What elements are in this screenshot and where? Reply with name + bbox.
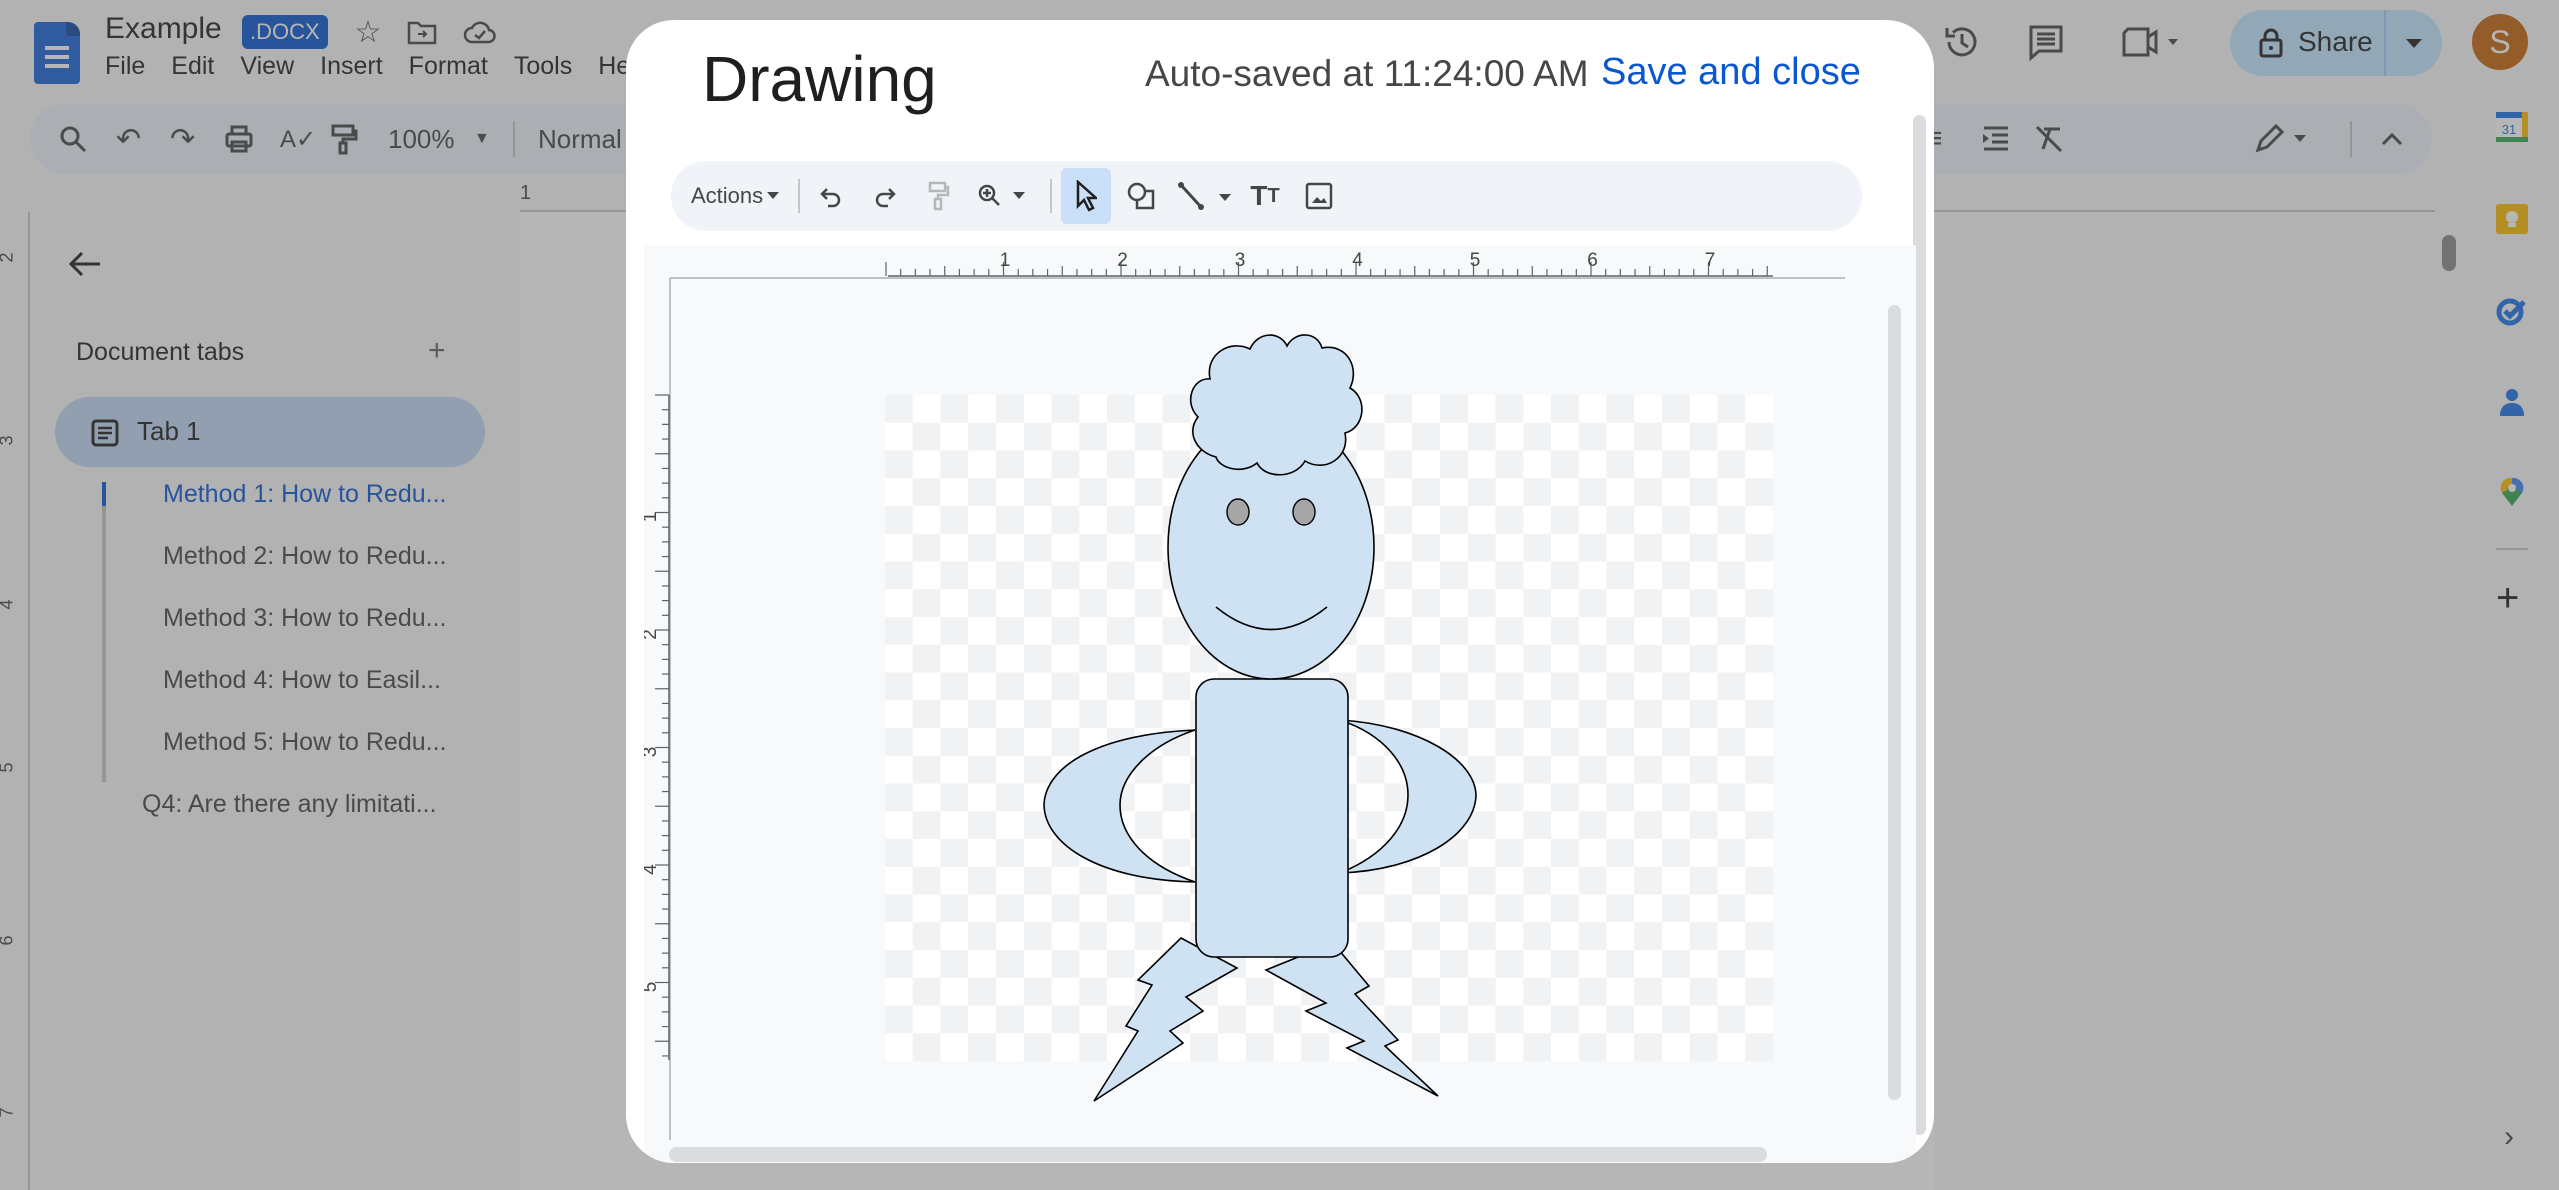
ruler-h-label: 6 <box>1587 250 1598 271</box>
zoom-tool-icon[interactable] <box>973 161 1033 231</box>
paint-format-icon[interactable] <box>919 161 959 231</box>
body-rounded-rect <box>1195 678 1349 958</box>
ruler-h-label: 2 <box>1117 250 1128 271</box>
hair-cloud <box>1189 334 1363 476</box>
ruler-v-label: 5 <box>644 982 661 993</box>
image-icon[interactable] <box>1297 161 1341 231</box>
ruler-h-label: 4 <box>1352 250 1363 271</box>
ruler-h-label: 3 <box>1235 250 1246 271</box>
drawing-canvas[interactable]: 1 2 3 4 5 6 7 1 2 3 4 5 <box>644 245 1916 1163</box>
undo-icon[interactable] <box>811 161 851 231</box>
ruler-h-label: 5 <box>1470 250 1481 271</box>
ruler-v-label: 1 <box>644 512 661 523</box>
ruler-h-label: 7 <box>1705 250 1716 271</box>
text-box-icon[interactable]: TT <box>1243 161 1287 231</box>
ruler-h-label: 1 <box>1000 250 1011 271</box>
drawing-toolbar: Actions T T <box>671 161 1862 231</box>
right-eye <box>1292 498 1316 526</box>
redo-icon[interactable] <box>865 161 905 231</box>
shape-tool-icon[interactable] <box>1119 161 1163 231</box>
ruler-v-label: 3 <box>644 747 661 758</box>
drawing-dialog: Drawing Auto-saved at 11:24:00 AM Save a… <box>626 20 1934 1163</box>
autosave-status: Auto-saved at 11:24:00 AM <box>1145 53 1589 94</box>
actions-label: Actions <box>691 183 764 208</box>
line-tool-icon[interactable] <box>1171 161 1241 231</box>
canvas-vertical-scrollbar[interactable] <box>1888 305 1901 1100</box>
ruler-v-label: 4 <box>644 864 661 875</box>
ruler-v-label: 2 <box>644 629 661 640</box>
docs-app: Example .DOCX ☆ File Edit View Insert Fo… <box>0 0 2559 1190</box>
drawing-canvas-area: 1 2 3 4 5 6 7 1 2 3 4 5 <box>644 245 1916 1163</box>
canvas-horizontal-scrollbar[interactable] <box>669 1147 1767 1162</box>
save-and-close-button[interactable]: Save and close <box>1601 51 1861 94</box>
dialog-title: Drawing <box>702 43 937 115</box>
select-tool-icon[interactable] <box>1061 168 1111 224</box>
left-eye <box>1226 498 1250 526</box>
actions-menu[interactable]: Actions <box>691 161 780 231</box>
